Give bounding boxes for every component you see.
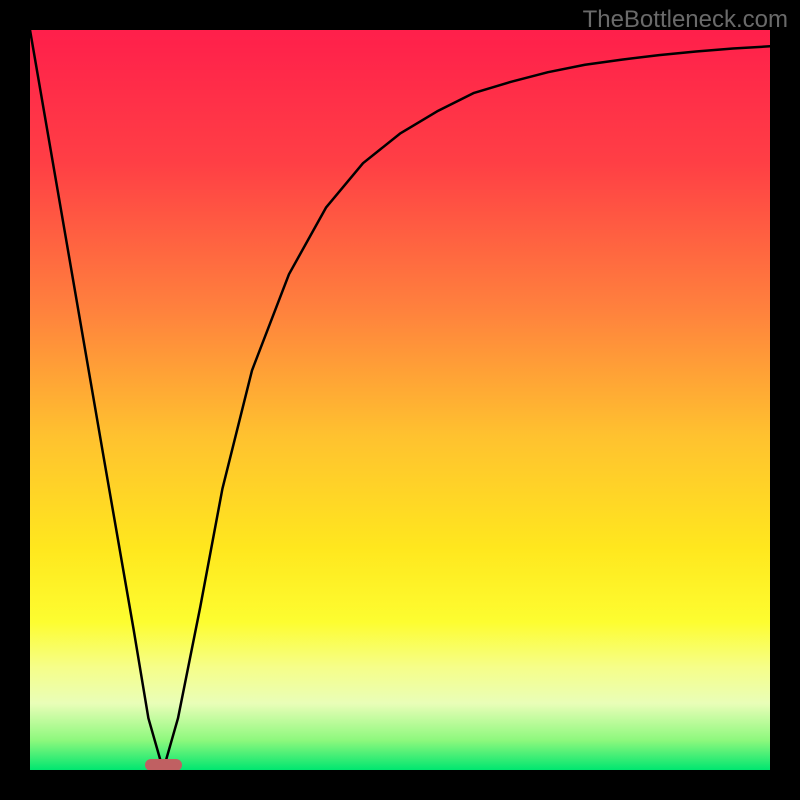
curve-layer [30,30,770,770]
chart-frame: TheBottleneck.com [0,0,800,800]
bottleneck-curve [30,30,770,770]
watermark-text: TheBottleneck.com [583,6,788,34]
optimum-marker [145,759,182,770]
plot-area [30,30,770,770]
